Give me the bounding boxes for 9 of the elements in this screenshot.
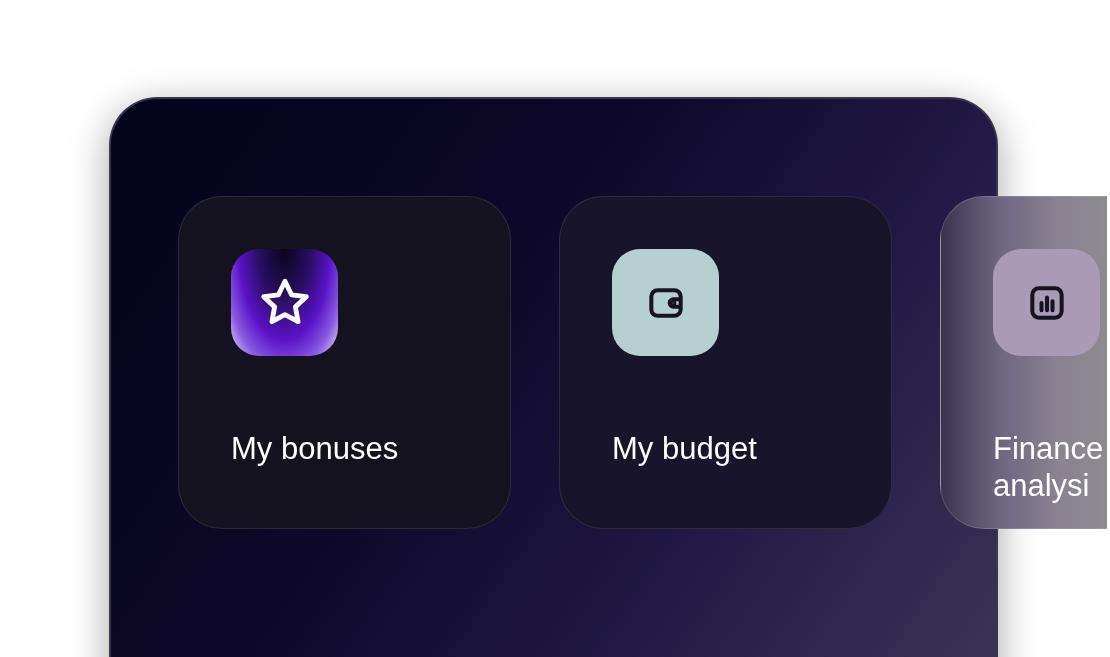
menu-card[interactable]: Finance analysi [940,196,1107,529]
menu-card[interactable]: My budget [559,196,892,529]
card-label: Finance analysi [993,430,1105,504]
wallet-icon [612,249,719,356]
card-label: My bonuses [231,430,399,467]
bar-chart-icon [993,249,1100,356]
star-icon [231,249,338,356]
menu-card[interactable]: My bonuses [178,196,511,529]
card-label: My budget [612,430,757,467]
